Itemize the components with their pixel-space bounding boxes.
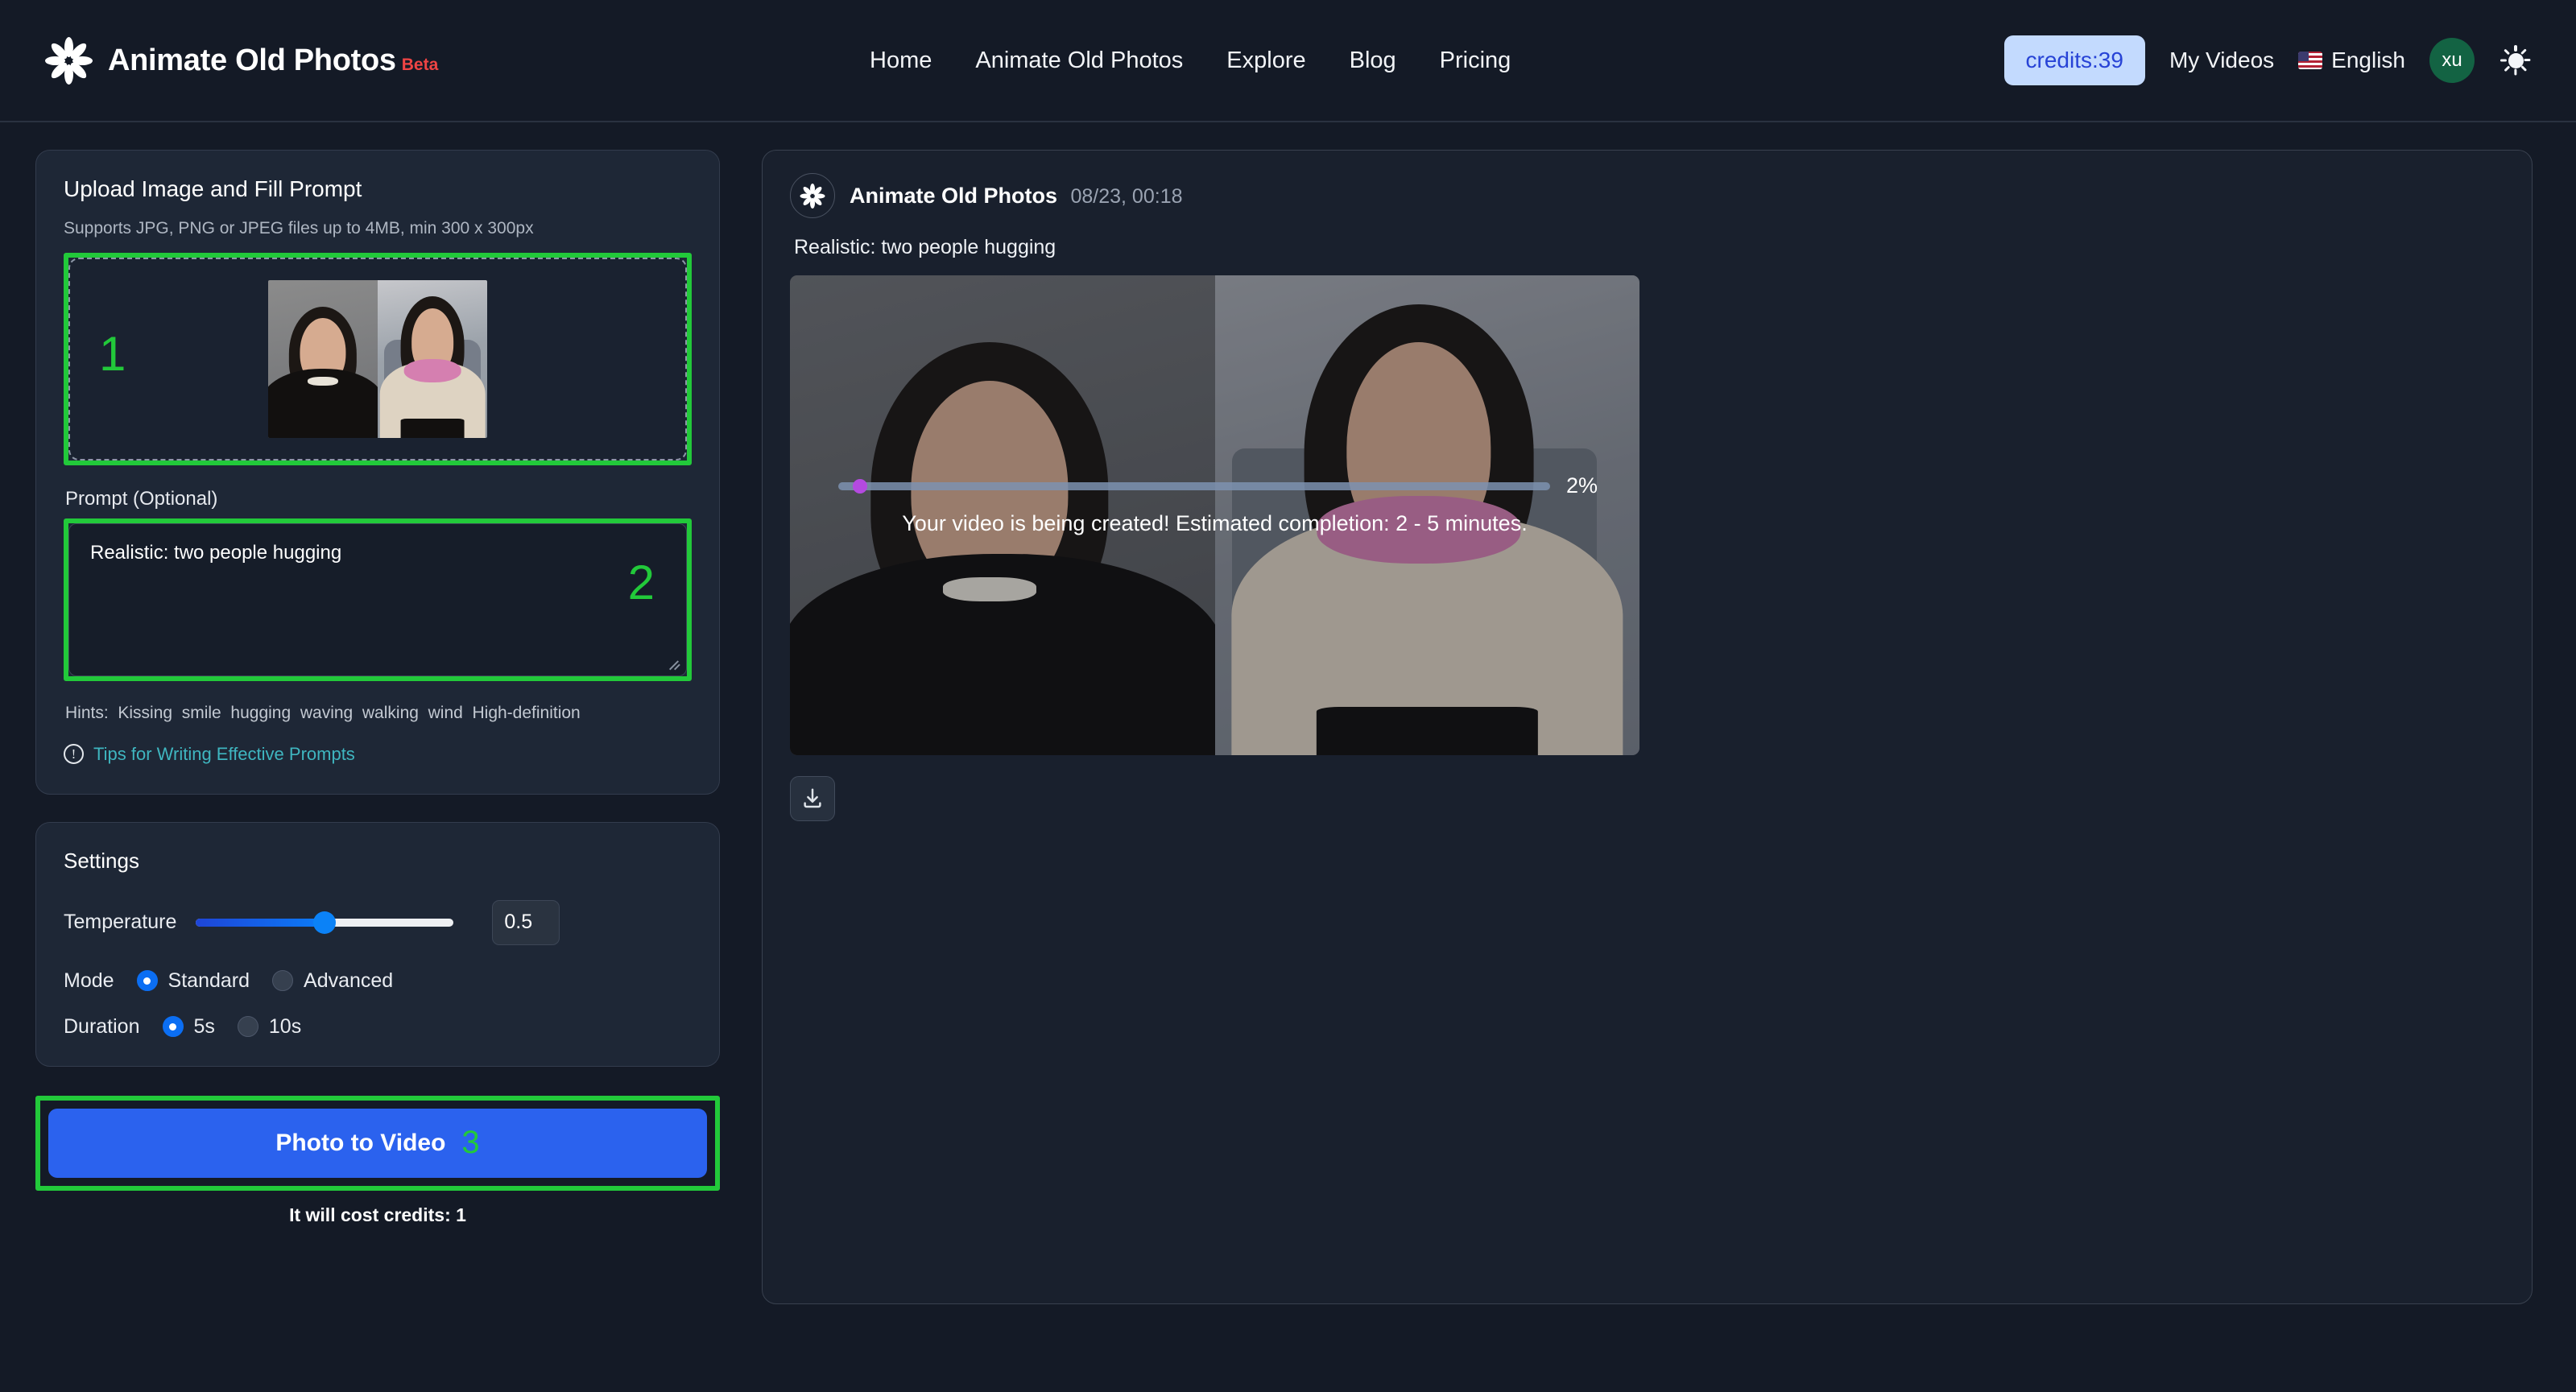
supports-text: Supports JPG, PNG or JPEG files up to 4M… xyxy=(64,219,534,238)
hint-chip[interactable]: Kissing xyxy=(118,704,172,722)
cost-note: It will cost credits: 1 xyxy=(289,1204,466,1225)
step-marker-2: 2 xyxy=(627,556,655,609)
prompt-highlight-box: Realistic: two people hugging 2 xyxy=(64,518,692,681)
settings-title: Settings xyxy=(64,848,139,873)
radio-icon[interactable] xyxy=(136,970,158,991)
tips-link[interactable]: Tips for Writing Effective Prompts xyxy=(93,744,355,765)
mode-option-label: Advanced xyxy=(304,969,394,992)
hint-chip[interactable]: hugging xyxy=(230,704,291,722)
mode-option-advanced[interactable]: Advanced xyxy=(272,969,393,993)
beta-badge: Beta xyxy=(401,55,439,74)
app-header: Animate Old Photos Beta Home Animate Old … xyxy=(0,0,2576,122)
duration-option-label: 10s xyxy=(268,1014,302,1038)
duration-label: Duration xyxy=(64,1014,140,1038)
temperature-label: Temperature xyxy=(64,911,177,933)
status-message: Your video is being created! Estimated c… xyxy=(902,511,1528,535)
thumbnail-right xyxy=(378,280,487,438)
temperature-slider[interactable] xyxy=(196,911,454,934)
duration-row: Duration 5s 10s xyxy=(64,1015,692,1039)
right-panel: Animate Old Photos 08/23, 00:18 Realisti… xyxy=(762,150,2533,1392)
hint-chip[interactable]: waving xyxy=(300,704,353,722)
progress-percent: 2% xyxy=(1565,473,1598,498)
header-actions: credits:39 My Videos English xu xyxy=(2003,35,2533,85)
nav-pricing[interactable]: Pricing xyxy=(1440,48,1511,74)
result-panel: Animate Old Photos 08/23, 00:18 Realisti… xyxy=(762,150,2533,1304)
main-nav: Home Animate Old Photos Explore Blog Pri… xyxy=(870,48,1511,74)
my-videos-link[interactable]: My Videos xyxy=(2169,48,2274,73)
hint-chip[interactable]: wind xyxy=(428,704,463,722)
thumbnail-left xyxy=(268,280,378,438)
radio-icon[interactable] xyxy=(162,1016,184,1037)
result-avatar xyxy=(790,173,835,218)
duration-option-5s[interactable]: 5s xyxy=(162,1014,215,1039)
download-icon xyxy=(804,788,821,808)
download-button[interactable] xyxy=(790,776,835,821)
cta-highlight-box: Photo to Video 3 xyxy=(35,1095,720,1191)
hint-chip[interactable]: walking xyxy=(362,704,419,722)
nav-home[interactable]: Home xyxy=(870,48,932,74)
prompt-text: Realistic: two people hugging xyxy=(90,542,342,564)
hints-prefix: Hints: xyxy=(65,704,109,722)
result-prompt: Realistic: two people hugging xyxy=(794,236,1056,258)
step-marker-3: 3 xyxy=(461,1125,480,1160)
hints-row: Hints: Kissing smile hugging waving walk… xyxy=(65,700,653,726)
upload-card-title: Upload Image and Fill Prompt xyxy=(64,176,362,201)
duration-option-10s[interactable]: 10s xyxy=(237,1014,302,1039)
flower-spinner-icon xyxy=(43,35,93,85)
brand-title: Animate Old Photos xyxy=(108,43,396,77)
resize-grip-icon[interactable] xyxy=(669,659,680,671)
nav-explore[interactable]: Explore xyxy=(1226,48,1305,74)
upload-card: Upload Image and Fill Prompt Supports JP… xyxy=(35,150,720,795)
us-flag-icon xyxy=(2298,52,2323,69)
result-name: Animate Old Photos xyxy=(850,183,1058,208)
mode-label: Mode xyxy=(64,969,114,992)
duration-option-label: 5s xyxy=(193,1014,215,1038)
mode-option-label: Standard xyxy=(167,969,250,992)
temperature-value[interactable]: 0.5 xyxy=(492,899,560,945)
language-selector[interactable]: English xyxy=(2298,48,2405,73)
settings-card: Settings Temperature 0.5 Mode Standard A… xyxy=(35,821,720,1067)
temperature-row: Temperature 0.5 xyxy=(64,899,692,945)
upload-highlight-box: 1 xyxy=(64,253,692,465)
progress-knob[interactable] xyxy=(852,478,867,494)
prompt-label: Prompt (Optional) xyxy=(65,488,218,510)
sun-icon[interactable] xyxy=(2499,43,2533,77)
language-label: English xyxy=(2331,48,2405,72)
avatar[interactable]: xu xyxy=(2429,38,2475,83)
photo-to-video-label: Photo to Video xyxy=(275,1129,446,1156)
photo-to-video-button[interactable]: Photo to Video 3 xyxy=(48,1108,707,1178)
mode-option-standard[interactable]: Standard xyxy=(136,969,250,993)
video-preview[interactable]: 2% Your video is being created! Estimate… xyxy=(790,275,1639,755)
result-header: Animate Old Photos 08/23, 00:18 xyxy=(790,173,2504,218)
radio-icon[interactable] xyxy=(272,970,294,991)
mode-row: Mode Standard Advanced xyxy=(64,969,692,993)
prompt-input[interactable]: Realistic: two people hugging xyxy=(68,523,687,676)
nav-animate-old-photos[interactable]: Animate Old Photos xyxy=(975,48,1183,74)
hint-chip[interactable]: High-definition xyxy=(472,704,580,722)
step-marker-1: 1 xyxy=(99,327,126,381)
uploaded-image-thumbnail[interactable] xyxy=(268,280,487,438)
left-panel: Upload Image and Fill Prompt Supports JP… xyxy=(35,150,720,1392)
progress-row: 2% xyxy=(838,473,1598,498)
info-circle-icon: ! xyxy=(64,744,84,764)
hint-chip[interactable]: smile xyxy=(182,704,221,722)
page-body: Upload Image and Fill Prompt Supports JP… xyxy=(0,122,2576,1392)
nav-blog[interactable]: Blog xyxy=(1350,48,1396,74)
image-dropzone[interactable]: 1 xyxy=(68,258,687,461)
tips-row[interactable]: ! Tips for Writing Effective Prompts xyxy=(64,744,692,765)
progress-bar[interactable] xyxy=(838,478,1550,494)
brand[interactable]: Animate Old Photos Beta xyxy=(43,35,438,85)
radio-icon[interactable] xyxy=(237,1016,258,1037)
credits-badge[interactable]: credits:39 xyxy=(2003,35,2145,85)
flower-spinner-icon xyxy=(799,182,826,209)
result-timestamp: 08/23, 00:18 xyxy=(1070,184,1183,208)
